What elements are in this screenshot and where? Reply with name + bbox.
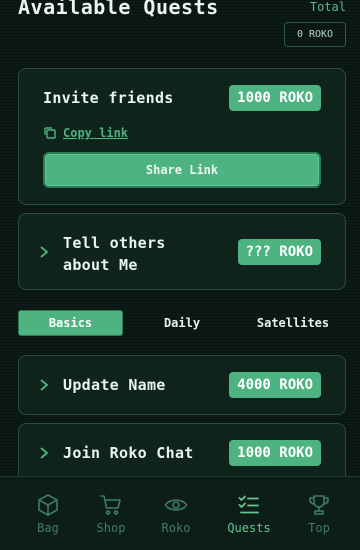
eye-icon	[164, 499, 188, 511]
share-link-button[interactable]: Share Link	[43, 152, 321, 188]
copy-link-row[interactable]: Copy link	[43, 126, 128, 140]
total-balance-badge: 0 ROKO	[284, 22, 346, 47]
nav-label: Roko	[161, 521, 191, 535]
page-header: Available Quests Total 0 ROKO	[0, 0, 360, 50]
quest-title: Invite friends	[43, 89, 174, 107]
quest-card-tell-others[interactable]: Tell others about Me ??? ROKO	[18, 213, 346, 290]
nav-item-roko[interactable]: Roko	[144, 493, 208, 535]
quest-title: Tell others about Me	[63, 232, 166, 276]
tab-basics[interactable]: Basics	[18, 310, 123, 336]
nav-item-quests[interactable]: Quests	[217, 493, 281, 535]
chevron-right-icon	[40, 447, 49, 459]
tab-satellites[interactable]: Satellites	[246, 310, 340, 336]
tab-daily[interactable]: Daily	[142, 310, 222, 336]
quest-reward-badge: 1000 ROKO	[229, 85, 321, 111]
quest-title: Update Name	[63, 376, 166, 394]
chevron-right-icon	[40, 246, 49, 258]
total-label: Total	[309, 0, 346, 14]
nav-item-top[interactable]: Top	[287, 493, 351, 535]
quest-card-invite-friends: Invite friends 1000 ROKO Copy link Share…	[18, 68, 346, 205]
bottom-nav: Bag Shop Roko Quests Top	[0, 476, 360, 550]
quest-title-line-1: Tell others	[63, 234, 166, 252]
copy-icon	[44, 127, 56, 139]
cart-icon	[100, 495, 121, 515]
nav-label: Quests	[227, 521, 271, 535]
trophy-icon	[309, 495, 329, 515]
nav-label: Shop	[96, 521, 126, 535]
quest-title: Join Roko Chat	[63, 444, 194, 462]
quest-reward-badge: 1000 ROKO	[229, 440, 321, 466]
quest-card-join-roko-chat[interactable]: Join Roko Chat 1000 ROKO	[18, 423, 346, 483]
checklist-icon	[238, 495, 259, 514]
nav-item-shop[interactable]: Shop	[79, 493, 143, 535]
quest-title-line-2: about Me	[63, 256, 138, 274]
quest-card-update-name[interactable]: Update Name 4000 ROKO	[18, 355, 346, 415]
chevron-right-icon	[40, 379, 49, 391]
quest-category-tabs: Basics Daily Satellites	[0, 310, 360, 338]
page-title: Available Quests	[18, 0, 219, 19]
cube-icon	[38, 494, 58, 516]
quest-reward-badge: 4000 ROKO	[229, 372, 321, 398]
copy-link[interactable]: Copy link	[63, 126, 128, 140]
nav-label: Bag	[37, 521, 59, 535]
quest-reward-badge: ??? ROKO	[237, 239, 321, 265]
nav-item-bag[interactable]: Bag	[16, 493, 80, 535]
nav-label: Top	[308, 521, 330, 535]
